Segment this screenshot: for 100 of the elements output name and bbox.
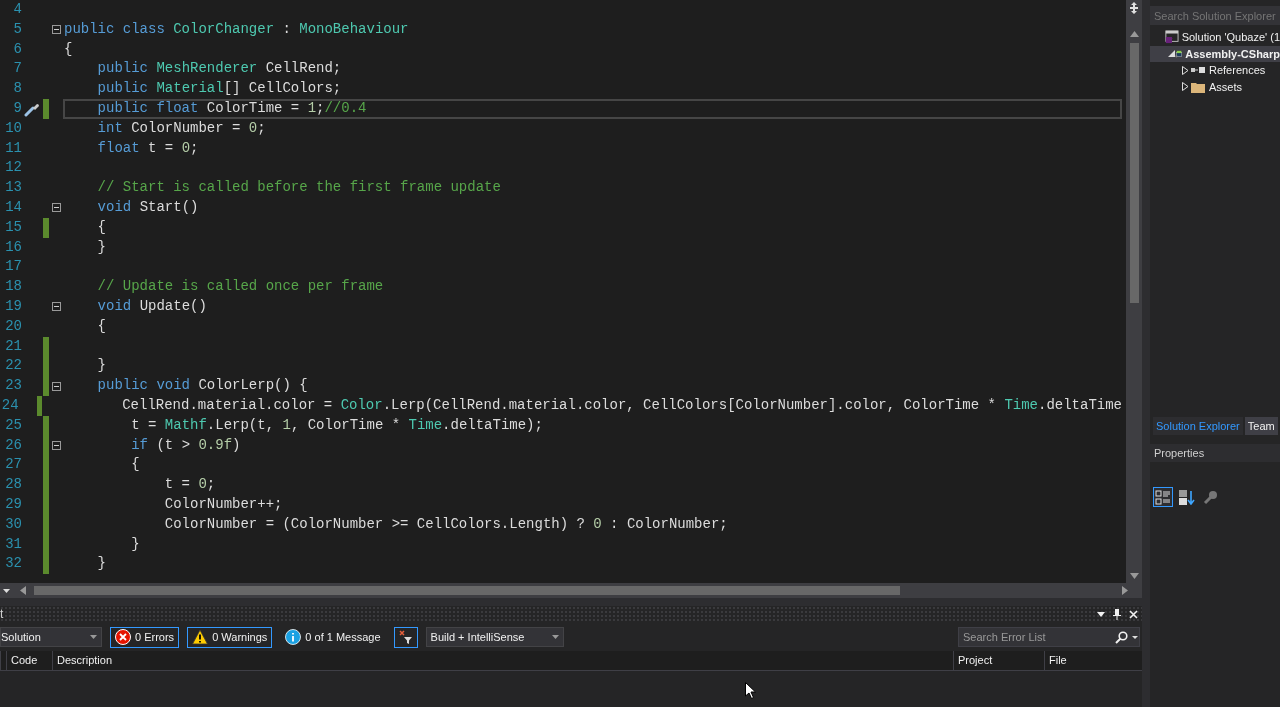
- code-line: float t = 0;: [96, 139, 199, 156]
- panel-title: t: [0, 606, 4, 623]
- line-number: 10: [4, 118, 22, 138]
- search-field[interactable]: Search Solution Explorer: [1150, 6, 1280, 25]
- line-number: 25: [4, 415, 22, 435]
- line-number: 28: [4, 475, 22, 495]
- tree-item[interactable]: Assembly-CSharp: [1150, 45, 1280, 62]
- line-number: 5: [12, 19, 22, 39]
- line-number: 26: [4, 435, 22, 455]
- column-header[interactable]: Code: [6, 651, 52, 670]
- scroll-right-icon[interactable]: [1122, 586, 1128, 595]
- code-line: if (t > 0.9f): [130, 436, 241, 453]
- code-line: void Update(): [96, 297, 207, 314]
- tree-item[interactable]: References: [1150, 62, 1280, 79]
- line-number: 22: [4, 356, 22, 376]
- categorized-icon: [1155, 489, 1171, 505]
- source-dropdown[interactable]: Build + IntelliSense: [425, 627, 564, 647]
- toolbar-button[interactable]: [1177, 487, 1197, 507]
- code-line: public Material[] CellColors;: [96, 80, 342, 97]
- code-line: // Update is called once per frame: [96, 278, 384, 295]
- code-line: public MeshRenderer CellRend;: [96, 60, 342, 77]
- line-number: 23: [4, 376, 22, 396]
- search-icon[interactable]: [1115, 631, 1128, 644]
- column-header[interactable]: Description: [52, 651, 953, 670]
- panel-tab[interactable]: Team: [1244, 416, 1278, 435]
- line-number: 16: [4, 237, 22, 257]
- line-number: 30: [4, 514, 22, 534]
- line-number: 19: [4, 296, 22, 316]
- scroll-left-icon[interactable]: [20, 586, 26, 595]
- code-line: }: [130, 535, 140, 552]
- scroll-up-icon[interactable]: [1129, 31, 1139, 37]
- pin-icon[interactable]: [1113, 608, 1121, 620]
- code-line: {: [130, 456, 140, 473]
- code-line: t = 0;: [163, 476, 216, 493]
- line-number: 4: [12, 0, 22, 19]
- code-line: }: [96, 357, 106, 374]
- code-line: {: [96, 317, 106, 334]
- filter-toggle-button[interactable]: [393, 626, 418, 648]
- collapse-icon[interactable]: [52, 25, 61, 35]
- line-number: 15: [4, 217, 22, 237]
- warning-filter-button[interactable]: 0 Warnings: [187, 626, 273, 648]
- scroll-down-icon[interactable]: [1129, 573, 1139, 579]
- dropdown-arrow-icon: [551, 635, 559, 639]
- dropdown-arrow-icon[interactable]: [3, 588, 10, 593]
- code-line: CellRend.material.color = Color.Lerp(CellRend.material.color, CellColors[ColorNumber].color, ColorTime * Time.deltaTime: [121, 396, 1122, 413]
- filter-icon: [398, 629, 413, 645]
- line-number: 24: [0, 395, 19, 415]
- line-number: 8: [12, 79, 22, 99]
- line-number: 27: [4, 455, 22, 475]
- line-number: 9: [12, 99, 22, 118]
- collapse-icon[interactable]: [52, 203, 61, 213]
- dropdown-arrow-icon: [90, 635, 97, 639]
- code-line: public float ColorTime = 1;//0.4: [96, 100, 367, 116]
- panel-tab[interactable]: Solution Explorer: [1153, 416, 1243, 435]
- dropdown-arrow-icon[interactable]: [1097, 611, 1105, 617]
- close-icon[interactable]: [1129, 609, 1138, 619]
- scope-dropdown[interactable]: Solution: [0, 627, 102, 647]
- code-line: void Start(): [96, 198, 199, 215]
- info-icon: [285, 629, 302, 645]
- expanded-arrow-icon[interactable]: [1168, 50, 1175, 58]
- line-number: 13: [4, 178, 22, 198]
- code-line: {: [96, 218, 106, 235]
- code-line: ColorNumber++;: [163, 495, 283, 512]
- collapse-icon[interactable]: [52, 302, 61, 312]
- split-icon[interactable]: [1129, 2, 1139, 14]
- code-line: }: [96, 238, 106, 255]
- line-number: 20: [4, 316, 22, 336]
- code-line: public class ColorChanger : MonoBehaviour: [64, 20, 409, 37]
- column-header[interactable]: File: [1044, 651, 1136, 670]
- search-field[interactable]: Search Error List: [958, 627, 1140, 647]
- info-filter-button[interactable]: 0 of 1 Message: [280, 626, 386, 648]
- mouse-cursor-icon: [745, 682, 756, 699]
- line-number: 14: [4, 197, 22, 217]
- code-line: // Start is called before the first frame update: [96, 179, 501, 196]
- collapsed-arrow-icon[interactable]: [1181, 82, 1189, 92]
- code-line: public void ColorLerp() {: [96, 377, 308, 394]
- code-line: {: [64, 40, 73, 57]
- warning-icon: [192, 629, 209, 645]
- wrench-icon: [1203, 489, 1219, 505]
- solution-icon: [1164, 29, 1179, 46]
- toolbar-button[interactable]: [1153, 487, 1173, 507]
- code-line: t = Mathf.Lerp(t, 1, ColorTime * Time.deltaTime);: [130, 416, 543, 433]
- dropdown-arrow-icon[interactable]: [1132, 636, 1138, 639]
- collapse-icon[interactable]: [52, 440, 61, 450]
- line-number: 17: [4, 257, 22, 277]
- line-number: 6: [12, 39, 22, 59]
- error-filter-button[interactable]: 0 Errors: [110, 626, 180, 648]
- scrollbar-thumb[interactable]: [34, 586, 900, 595]
- line-number: 11: [4, 138, 22, 158]
- line-number: 18: [4, 277, 22, 297]
- collapsed-arrow-icon[interactable]: [1181, 65, 1189, 75]
- tree-item[interactable]: Solution 'Qubaze' (1: [1150, 29, 1280, 46]
- line-number: 7: [12, 59, 22, 79]
- code-line: ColorNumber = (ColorNumber >= CellColors.Length) ? 0 : ColorNumber;: [163, 515, 728, 532]
- tree-item[interactable]: Assets: [1150, 78, 1280, 95]
- column-header[interactable]: Project: [953, 651, 1044, 670]
- code-line: int ColorNumber = 0;: [96, 119, 266, 136]
- collapse-icon[interactable]: [52, 381, 61, 391]
- line-number: 21: [4, 336, 22, 356]
- scrollbar-thumb[interactable]: [1129, 43, 1139, 303]
